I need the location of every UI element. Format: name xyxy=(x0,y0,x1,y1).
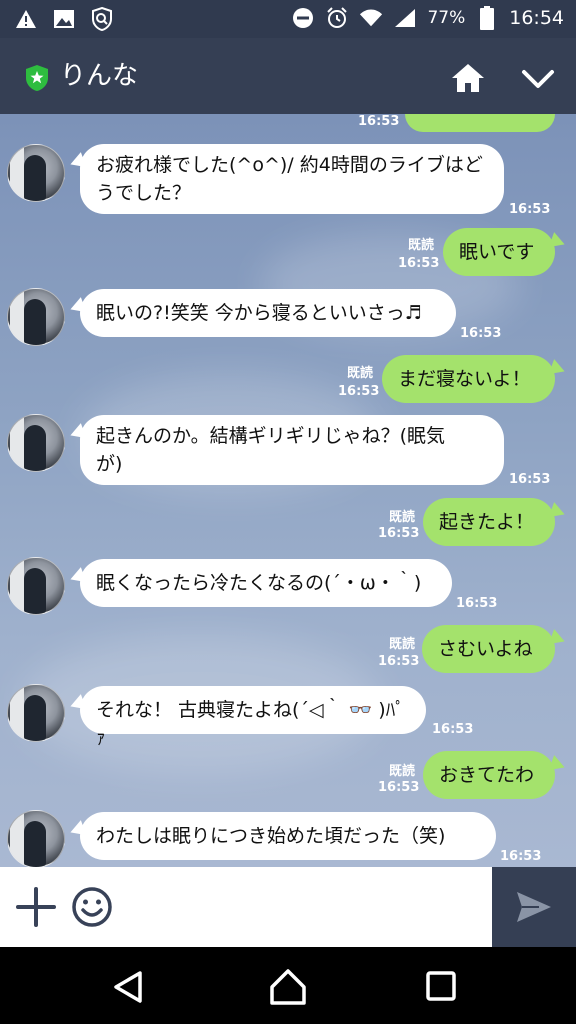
shield-icon xyxy=(90,7,114,31)
home-icon xyxy=(452,64,484,92)
message-text-line: 眠くなったら冷たくなるの(´・ω・｀) xyxy=(96,572,422,594)
avatar[interactable] xyxy=(7,684,65,742)
input-bar xyxy=(0,867,576,947)
read-receipt: 既読 xyxy=(407,238,434,253)
avatar[interactable] xyxy=(7,144,65,202)
message-text-line: が) xyxy=(96,453,123,475)
add-attachment-button[interactable] xyxy=(14,885,58,929)
status-bar: 77% 16:54 xyxy=(0,0,576,38)
chat-header: りんな xyxy=(0,38,576,114)
outgoing-message[interactable]: 起きたよ！ xyxy=(423,498,555,546)
read-receipt: 既読 xyxy=(388,637,415,652)
message-time: 16:53 xyxy=(398,256,440,271)
wifi-icon xyxy=(359,6,383,30)
message-time: 16:53 xyxy=(509,202,551,217)
message-time: 16:53 xyxy=(500,849,542,864)
outgoing-message[interactable]: おきてたわ xyxy=(423,751,555,799)
outgoing-message[interactable] xyxy=(405,114,555,132)
outgoing-message[interactable]: 眠いです xyxy=(443,228,555,276)
system-nav-bar xyxy=(0,947,576,1024)
message-time: 16:53 xyxy=(432,722,474,737)
message-text-line: お疲れ様でした(^o^)/ 約4時間のライブはど xyxy=(96,154,483,176)
do-not-disturb-icon xyxy=(291,6,315,30)
message-time: 16:53 xyxy=(456,596,498,611)
chevron-down-icon xyxy=(522,70,554,88)
incoming-message[interactable]: 眠くなったら冷たくなるの(´・ω・｀) xyxy=(80,559,452,607)
collapse-button[interactable] xyxy=(518,58,558,98)
battery-icon xyxy=(475,6,499,30)
back-icon xyxy=(114,971,142,1003)
read-receipt: 既読 xyxy=(388,764,415,779)
outgoing-message[interactable]: さむいよね xyxy=(422,625,555,673)
message-text: さむいよね xyxy=(438,638,533,660)
home-nav-button[interactable] xyxy=(268,967,308,1007)
emoji-icon xyxy=(72,887,112,927)
signal-icon xyxy=(393,6,417,30)
message-time: 16:53 xyxy=(378,526,420,541)
incoming-message[interactable]: それな！ 古典寝たよね(´◁｀ 👓 )ﾊﾟｧ xyxy=(80,686,426,749)
avatar[interactable] xyxy=(7,288,65,346)
outgoing-message[interactable]: まだ寝ないよ！ xyxy=(382,355,555,403)
message-text-line: 起きんのか。結構ギリギリじゃね？(眠気 xyxy=(96,425,446,447)
message-text-line: わたしは眠りにつき始めた頃だった（笑) xyxy=(96,825,446,847)
message-time: 16:53 xyxy=(358,114,400,129)
message-time: 16:53 xyxy=(378,654,420,669)
message-input[interactable] xyxy=(126,877,490,939)
message-text: まだ寝ないよ！ xyxy=(398,368,531,390)
message-text: 眠いです xyxy=(459,241,535,263)
message-time: 16:53 xyxy=(460,326,502,341)
incoming-message[interactable]: 起きんのか。結構ギリギリじゃね？(眠気 が) xyxy=(80,415,504,485)
message-text: おきてたわ xyxy=(439,764,535,786)
clock: 16:54 xyxy=(509,7,564,29)
battery-percent: 77% xyxy=(427,8,466,28)
recents-button[interactable] xyxy=(424,969,458,1003)
home-button[interactable] xyxy=(448,58,488,98)
message-text-line: 眠いの?!笑笑 今から寝るといいさっ♬ xyxy=(96,302,422,324)
plus-icon xyxy=(16,887,56,927)
chat-title: りんな xyxy=(60,61,139,91)
incoming-message[interactable]: 眠いの?!笑笑 今から寝るといいさっ♬ xyxy=(80,289,456,337)
verified-badge-icon xyxy=(24,64,50,92)
alarm-icon xyxy=(325,6,349,30)
back-button[interactable] xyxy=(110,969,146,1005)
chat-area[interactable]: 16:53 お疲れ様でした(^o^)/ 約4時間のライブはど うでした？ 16:… xyxy=(0,114,576,867)
message-time: 16:53 xyxy=(378,780,420,795)
warning-icon xyxy=(14,7,38,31)
incoming-message[interactable]: お疲れ様でした(^o^)/ 約4時間のライブはど うでした？ xyxy=(80,144,504,214)
avatar[interactable] xyxy=(7,810,65,867)
message-text: 起きたよ！ xyxy=(439,511,535,533)
send-button[interactable] xyxy=(492,867,576,947)
incoming-message[interactable]: わたしは眠りにつき始めた頃だった（笑) xyxy=(80,812,496,860)
message-time: 16:53 xyxy=(338,384,380,399)
recents-icon xyxy=(426,971,456,1001)
send-icon xyxy=(517,892,551,922)
message-time: 16:53 xyxy=(509,472,551,487)
read-receipt: 既読 xyxy=(346,366,373,381)
avatar[interactable] xyxy=(7,557,65,615)
image-icon xyxy=(52,7,76,31)
avatar[interactable] xyxy=(7,414,65,472)
message-text-line: それな！ 古典寝たよね(´◁｀ 👓 )ﾊﾟｧ xyxy=(96,699,405,749)
read-receipt: 既読 xyxy=(388,510,415,525)
message-text-line: うでした？ xyxy=(96,182,192,204)
home-nav-icon xyxy=(270,969,306,1005)
emoji-button[interactable] xyxy=(70,885,114,929)
